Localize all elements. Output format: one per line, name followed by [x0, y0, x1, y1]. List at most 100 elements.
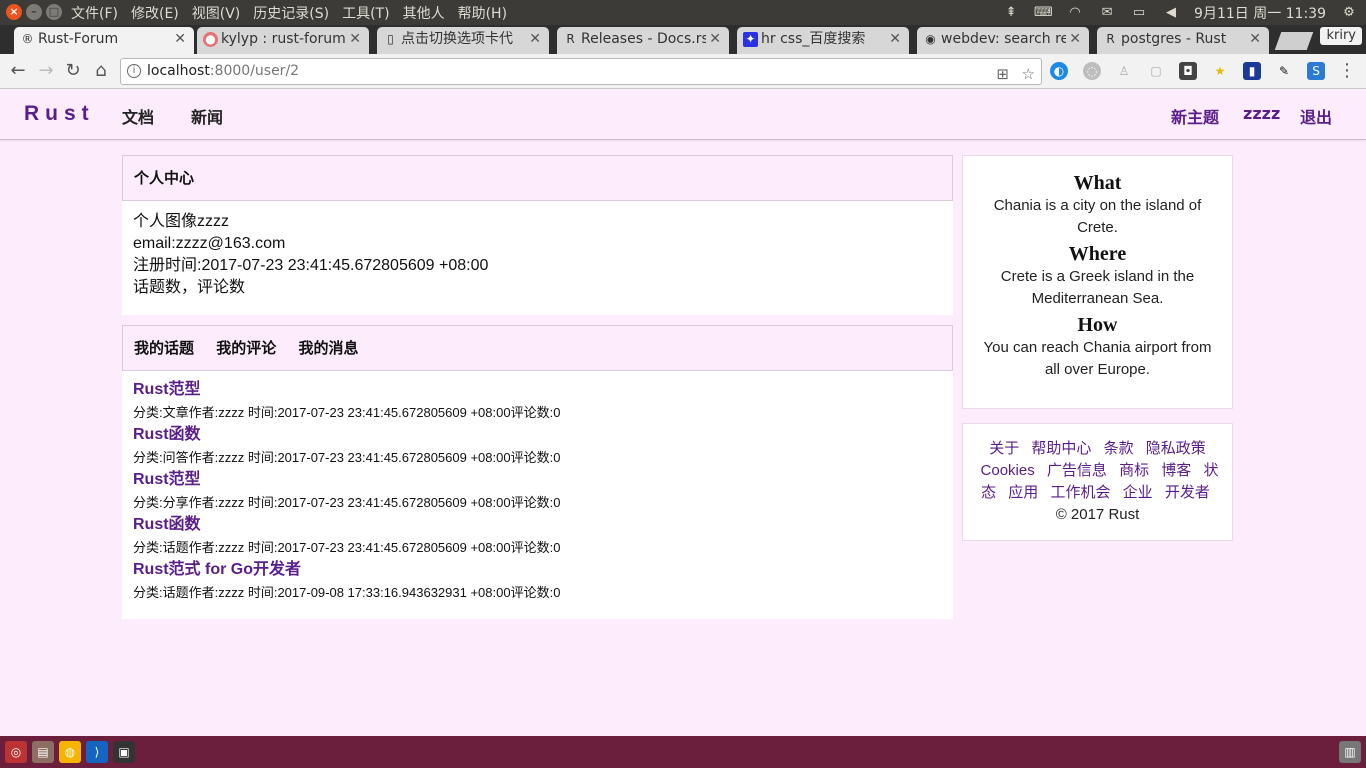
rust-logo-icon: R: [1106, 32, 1115, 46]
info-sidebar: What Chania is a city on the island of C…: [962, 155, 1233, 409]
reload-icon[interactable]: ↻: [63, 61, 83, 81]
browser-toolbar: ← → ↻ ⌂ i localhost:8000/user/2 ⊞ ☆ ◐ ◌ …: [0, 54, 1366, 89]
footer-link-blog[interactable]: 博客: [1161, 462, 1191, 479]
topic-title[interactable]: Rust范式 for Go开发者: [133, 557, 942, 583]
files-icon[interactable]: ▤: [32, 741, 54, 763]
pin-icon[interactable]: ⇞: [1002, 6, 1020, 20]
forward-icon[interactable]: →: [36, 61, 56, 81]
maximize-window-icon[interactable]: □: [46, 4, 62, 20]
footer-sidebar: 关于 帮助中心 条款 隐私政策 Cookies 广告信息 商标 博客 状态 应用…: [962, 423, 1233, 541]
topic-meta: 分类:话题作者:zzzz 时间:2017-07-23 23:41:45.6728…: [133, 540, 561, 555]
tab-kylyp[interactable]: ● kylyp : rust-forum ✕: [197, 27, 369, 54]
tab-close-icon[interactable]: ✕: [1249, 27, 1261, 52]
tab-my-comments[interactable]: 我的评论: [216, 339, 276, 357]
footer-link-developers[interactable]: 开发者: [1165, 484, 1210, 501]
tab-close-icon[interactable]: ✕: [889, 27, 901, 52]
copyright: © 2017 Rust: [1055, 506, 1140, 523]
translate-icon[interactable]: ⊞: [996, 62, 1009, 87]
mail-icon[interactable]: ✉: [1098, 6, 1116, 20]
footer-link-cookies[interactable]: Cookies: [981, 462, 1035, 479]
os-launcher: ◎ ▤ ◍ ⟩ ▣ ▥: [0, 736, 1366, 768]
nav-username[interactable]: zzzz: [1243, 104, 1280, 123]
extension-pocket-icon[interactable]: ◘: [1179, 62, 1197, 80]
menu-edit[interactable]: 修改(E): [131, 3, 179, 23]
nav-docs[interactable]: 文档: [122, 104, 154, 128]
menu-people[interactable]: 其他人: [403, 3, 445, 23]
vscode-icon[interactable]: ⟩: [86, 741, 108, 763]
browser-tab-strip: ® Rust-Forum ✕ ● kylyp : rust-forum ✕ ▯ …: [0, 25, 1366, 54]
menu-file[interactable]: 文件(F): [71, 3, 118, 23]
menu-help[interactable]: 帮助(H): [458, 3, 507, 23]
nav-news[interactable]: 新闻: [191, 104, 223, 128]
footer-link-business[interactable]: 企业: [1123, 484, 1153, 501]
extension-circle-icon[interactable]: ◌: [1083, 62, 1101, 80]
trash-icon[interactable]: ▥: [1339, 741, 1361, 763]
nav-new-topic[interactable]: 新主题: [1171, 104, 1219, 128]
footer-link-ads[interactable]: 广告信息: [1047, 462, 1107, 479]
topic-title[interactable]: Rust函数: [133, 512, 942, 538]
tab-docs-rs[interactable]: R Releases - Docs.rs ✕: [557, 27, 729, 54]
new-tab-button[interactable]: [1274, 32, 1314, 50]
close-window-icon[interactable]: ×: [6, 4, 22, 20]
footer-link-brand[interactable]: 商标: [1119, 462, 1149, 479]
menu-dots-icon[interactable]: ⋮: [1337, 61, 1357, 81]
extension-box-icon[interactable]: ▢: [1147, 62, 1165, 80]
address-bar[interactable]: i localhost:8000/user/2 ⊞ ☆: [120, 58, 1042, 85]
extension-person-icon[interactable]: ♙: [1115, 62, 1133, 80]
battery-icon[interactable]: ▭: [1130, 6, 1148, 20]
info-icon[interactable]: i: [127, 64, 141, 78]
tab-reddit[interactable]: ◉ webdev: search re ✕: [917, 27, 1089, 54]
tab-rust-forum[interactable]: ® Rust-Forum ✕: [14, 27, 194, 54]
menu-history[interactable]: 历史记录(S): [253, 3, 329, 23]
menu-view[interactable]: 视图(V): [192, 3, 241, 23]
section-text-what: Chania is a city on the island of Crete.: [993, 197, 1202, 236]
profile-button[interactable]: kriry: [1320, 27, 1362, 45]
footer-link-about[interactable]: 关于: [989, 440, 1019, 457]
extension-s-icon[interactable]: S: [1307, 62, 1325, 80]
footer-link-privacy[interactable]: 隐私政策: [1146, 440, 1206, 457]
home-icon[interactable]: ⌂: [91, 61, 111, 81]
section-heading-what: What: [1073, 172, 1122, 194]
volume-icon[interactable]: ◀: [1162, 6, 1180, 20]
tab-close-icon[interactable]: ✕: [1069, 27, 1081, 52]
minimize-window-icon[interactable]: –: [26, 4, 42, 20]
wifi-icon[interactable]: ◠: [1066, 6, 1084, 20]
extension-compass-icon[interactable]: ◐: [1050, 62, 1068, 80]
extension-star-icon[interactable]: ★: [1211, 62, 1229, 80]
tab-postgres[interactable]: R postgres - Rust ✕: [1097, 27, 1269, 54]
topic-list: Rust范型 分类:文章作者:zzzz 时间:2017-07-23 23:41:…: [122, 371, 953, 608]
site-brand[interactable]: Rust: [24, 102, 95, 126]
terminal-icon[interactable]: ▣: [113, 741, 135, 763]
tab-close-icon[interactable]: ✕: [174, 27, 186, 52]
extension-flag-icon[interactable]: ▮: [1243, 62, 1261, 80]
extension-feedly-icon[interactable]: ✎: [1275, 62, 1293, 80]
footer-link-help[interactable]: 帮助中心: [1031, 440, 1091, 457]
tab-baidu[interactable]: ✦ hr css_百度搜索 ✕: [737, 27, 909, 54]
keyboard-icon[interactable]: ⌨: [1034, 6, 1053, 20]
profile-email: email:zzzz@163.com: [133, 235, 286, 252]
footer-links: 关于 帮助中心 条款 隐私政策 Cookies 广告信息 商标 博客 状态 应用…: [963, 424, 1232, 540]
topic-title[interactable]: Rust函数: [133, 422, 942, 448]
topic-title[interactable]: Rust范型: [133, 467, 942, 493]
nav-logout[interactable]: 退出: [1300, 104, 1332, 128]
menu-tools[interactable]: 工具(T): [342, 3, 389, 23]
ubuntu-logo-icon[interactable]: ◎: [5, 741, 27, 763]
tab-close-icon[interactable]: ✕: [349, 27, 361, 52]
tab-my-topics[interactable]: 我的话题: [134, 339, 194, 357]
tab-my-messages[interactable]: 我的消息: [299, 339, 359, 357]
topic-title[interactable]: Rust范型: [133, 377, 942, 403]
bookmark-star-icon[interactable]: ☆: [1022, 62, 1035, 87]
tab-close-icon[interactable]: ✕: [529, 27, 541, 52]
topic-meta: 分类:问答作者:zzzz 时间:2017-07-23 23:41:45.6728…: [133, 450, 561, 465]
settings-gear-icon[interactable]: ⚙: [1340, 6, 1358, 20]
tab-close-icon[interactable]: ✕: [709, 27, 721, 52]
footer-link-apps[interactable]: 应用: [1008, 484, 1038, 501]
footer-link-terms[interactable]: 条款: [1104, 440, 1134, 457]
back-icon[interactable]: ←: [8, 61, 28, 81]
clock[interactable]: 9月11日 周一 11:39: [1194, 3, 1326, 23]
page: Rust 文档 新闻 新主题 zzzz 退出 个人中心 个人图像zzzz ema…: [0, 90, 1366, 736]
tab-title: 点击切换选项卡代: [401, 31, 513, 47]
chrome-icon[interactable]: ◍: [59, 741, 81, 763]
tab-click-switch[interactable]: ▯ 点击切换选项卡代 ✕: [377, 27, 549, 54]
footer-link-jobs[interactable]: 工作机会: [1050, 484, 1110, 501]
